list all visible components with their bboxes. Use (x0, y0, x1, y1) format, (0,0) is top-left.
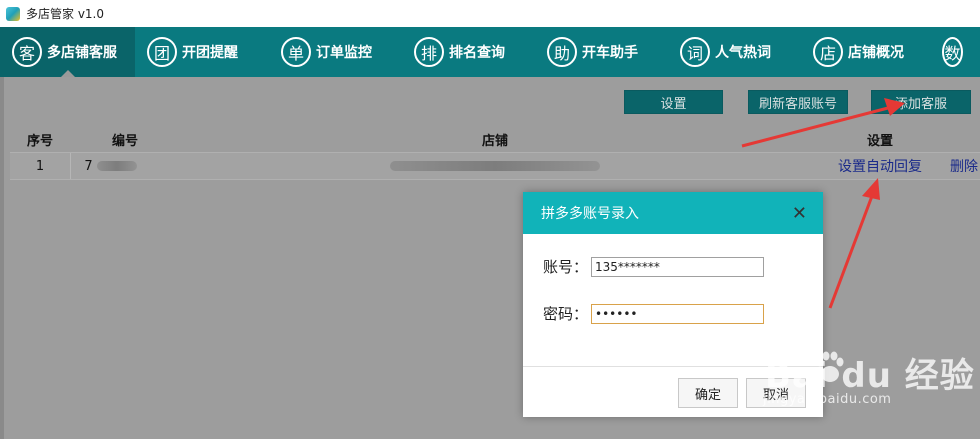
dialog-title: 拼多多账号录入 (541, 206, 639, 222)
nav-item-group-reminder[interactable]: 团 开团提醒 (135, 27, 269, 77)
nav-item-label: 订单监控 (316, 45, 372, 61)
close-icon[interactable]: ✕ (792, 203, 807, 224)
row-shop-cell (180, 153, 810, 179)
nav-item-label: 开车助手 (582, 45, 638, 61)
row-delete-cell: 删除 (950, 153, 980, 179)
nav-item-label: 排名查询 (449, 45, 505, 61)
nav-item-multi-shop-service[interactable]: 客 多店铺客服 (0, 27, 135, 77)
nav-item-label: 多店铺客服 (47, 45, 117, 61)
row-id-visible: 7 (84, 158, 93, 174)
dialog-header: 拼多多账号录入 ✕ (523, 192, 823, 234)
table-header: 序号 编号 店铺 设置 (10, 127, 980, 151)
nav-item-data[interactable]: 数 (934, 27, 980, 77)
nav-item-popular-keywords[interactable]: 词 人气热词 (668, 27, 801, 77)
watermark-url: jingyan.baidu.com (763, 392, 892, 407)
redacted-id (96, 161, 137, 171)
nav-glyph-icon: 客 (12, 37, 42, 67)
watermark-brand: Bai du 经验 (765, 356, 975, 396)
password-label: 密码： (543, 305, 589, 323)
window-title: 多店管家 v1.0 (26, 7, 105, 21)
row-id-cell: 7 (70, 153, 180, 179)
nav-glyph-icon: 词 (680, 37, 710, 67)
account-label: 账号： (543, 258, 589, 276)
nav-item-label: 开团提醒 (182, 45, 238, 61)
row-index: 1 (35, 158, 45, 174)
title-bar: 多店管家 v1.0 (0, 0, 980, 27)
nav-glyph-icon: 单 (281, 37, 311, 67)
add-customer-service-button[interactable]: 添加客服 (871, 90, 971, 114)
left-edge (0, 77, 4, 439)
password-row: 密码： •••••• (543, 303, 764, 324)
settings-button[interactable]: 设置 (624, 90, 723, 114)
redacted-shop-name (390, 161, 600, 171)
column-header-id: 编号 (111, 133, 138, 149)
nav-glyph-icon: 数 (942, 37, 963, 67)
nav-item-driving-assistant[interactable]: 助 开车助手 (535, 27, 668, 77)
delete-link[interactable]: 删除 (950, 156, 978, 176)
table-row[interactable]: 1 7 设置自动回复 删除 (10, 152, 980, 180)
row-settings-cell: 设置自动回复 (810, 153, 950, 179)
nav-item-order-monitor[interactable]: 单 订单监控 (269, 27, 402, 77)
account-row: 账号： 135******* (543, 256, 764, 277)
nav-glyph-icon: 团 (147, 37, 177, 67)
nav-glyph-icon: 助 (547, 37, 577, 67)
nav-item-ranking-query[interactable]: 排 排名查询 (402, 27, 535, 77)
column-header-index: 序号 (26, 133, 53, 149)
confirm-button[interactable]: 确定 (678, 378, 738, 408)
password-input[interactable]: •••••• (591, 303, 764, 324)
auto-reply-settings-link[interactable]: 设置自动回复 (838, 156, 922, 176)
main-nav: 客 多店铺客服 团 开团提醒 单 订单监控 排 排名查询 助 开车助手 词 人气… (0, 27, 980, 77)
refresh-service-accounts-button[interactable]: 刷新客服账号 (748, 90, 848, 114)
nav-glyph-icon: 排 (414, 37, 444, 67)
nav-item-label: 人气热词 (715, 45, 771, 61)
app-logo-icon (6, 6, 20, 21)
nav-item-shop-overview[interactable]: 店 店铺概况 (801, 27, 934, 77)
column-header-settings: 设置 (866, 133, 893, 149)
nav-glyph-icon: 店 (813, 37, 843, 67)
account-input[interactable]: 135******* (591, 256, 764, 277)
nav-item-label: 店铺概况 (848, 45, 904, 61)
column-header-shop: 店铺 (481, 133, 508, 149)
baidu-watermark: Bai du 经验 jingyan.baidu.com (735, 340, 980, 439)
